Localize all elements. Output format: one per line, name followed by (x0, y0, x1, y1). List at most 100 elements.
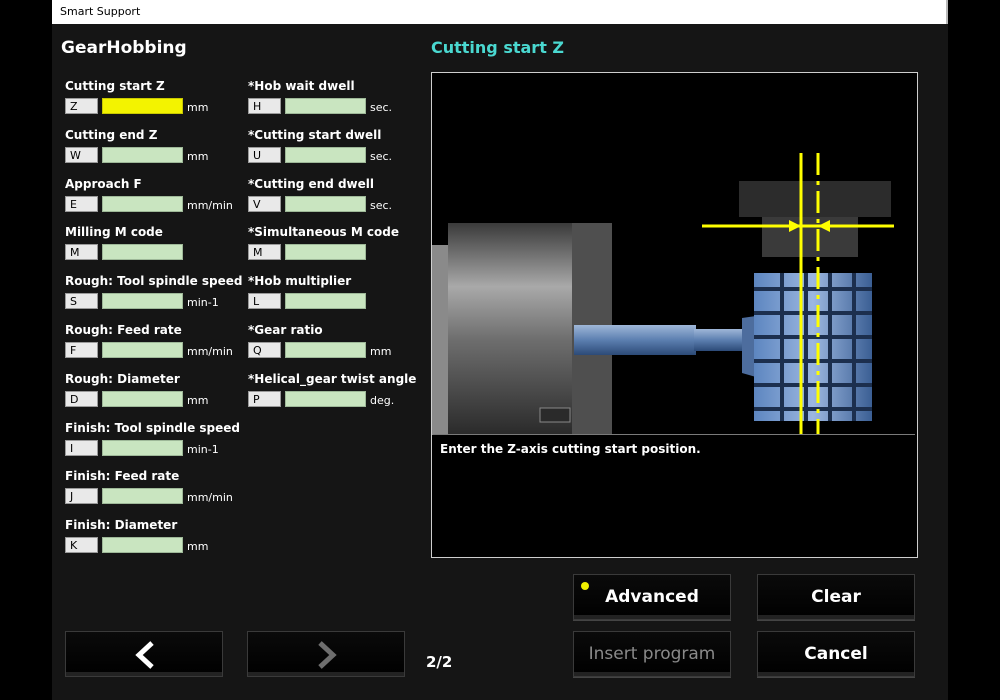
page-indicator: 2/2 (426, 653, 453, 671)
field-label: *Helical_gear twist angle (248, 371, 417, 386)
field-input[interactable] (285, 390, 366, 407)
address-code: V (248, 195, 281, 212)
unit-label: mm (370, 345, 392, 358)
field-p-right: *Helical_gear twist angle Pdeg. (248, 372, 428, 416)
field-input[interactable] (102, 98, 183, 114)
address-code: U (248, 146, 281, 163)
smart-support-window: Smart Support GearHobbing Cutting start … (52, 0, 948, 700)
field-label: Rough: Feed rate (65, 323, 182, 337)
chuck-body (448, 223, 588, 435)
field-label: *Cutting start dwell (248, 127, 382, 142)
prev-page-button[interactable] (65, 631, 223, 677)
address-code: H (248, 98, 281, 114)
field-input[interactable] (102, 537, 183, 554)
field-z-left: Cutting start Z Zmm (65, 79, 245, 123)
field-label: Rough: Diameter (65, 371, 180, 386)
field-input[interactable] (285, 342, 366, 358)
field-input[interactable] (102, 342, 183, 358)
chevron-left-icon (135, 641, 154, 669)
field-k-left: Finish: Diameter Kmm (65, 518, 245, 562)
address-code: I (65, 439, 98, 456)
field-label: *Gear ratio (248, 323, 323, 337)
app-name: GearHobbing (61, 38, 187, 58)
unit-label: mm/min (187, 345, 233, 358)
field-input[interactable] (102, 488, 183, 505)
yellow-dot-icon (581, 582, 589, 590)
field-label: Approach F (65, 176, 142, 191)
field-input[interactable] (285, 195, 366, 212)
chevron-right-icon (318, 641, 337, 669)
unit-label: sec. (370, 198, 393, 212)
field-m-right: *Simultaneous M code M (248, 225, 428, 269)
address-code: E (65, 195, 98, 212)
field-v-right: *Cutting end dwell Vsec. (248, 177, 428, 221)
field-l-right: *Hob multiplier L (248, 274, 428, 318)
field-s-left: Rough: Tool spindle speed Smin-1 (65, 274, 245, 318)
field-input[interactable] (102, 244, 183, 261)
field-input[interactable] (285, 98, 366, 114)
address-code: Q (248, 342, 281, 358)
address-code: P (248, 390, 281, 407)
address-code: Z (65, 98, 98, 114)
insert-program-button[interactable]: Insert program (573, 631, 731, 677)
field-input[interactable] (102, 390, 183, 407)
description-panel: Enter the Z-axis cutting start position. (433, 434, 915, 555)
description-text: Enter the Z-axis cutting start position. (440, 442, 701, 456)
field-label: *Simultaneous M code (248, 225, 400, 240)
field-label: Rough: Tool spindle speed (65, 274, 243, 289)
address-code: D (65, 390, 98, 407)
address-code: K (65, 537, 98, 554)
field-label: Cutting end Z (65, 127, 158, 142)
address-code: S (65, 293, 98, 310)
field-e-left: Approach F Emm/min (65, 177, 245, 221)
field-label: Finish: Feed rate (65, 469, 180, 484)
field-label: Milling M code (65, 225, 163, 240)
field-input[interactable] (102, 146, 183, 163)
unit-label: mm (187, 101, 209, 114)
section-title: Cutting start Z (431, 38, 565, 57)
cancel-button[interactable]: Cancel (757, 631, 915, 677)
field-label: Finish: Diameter (65, 518, 178, 533)
field-j-left: Finish: Feed rate Jmm/min (65, 469, 245, 513)
field-input[interactable] (102, 439, 183, 456)
clear-button-label: Clear (811, 587, 861, 607)
unit-label: mm (187, 540, 209, 554)
address-code: F (65, 342, 98, 358)
unit-label: sec. (370, 101, 393, 114)
field-input[interactable] (285, 293, 366, 310)
field-d-left: Rough: Diameter Dmm (65, 372, 245, 416)
hob-head (739, 181, 891, 217)
unit-label: mm (187, 149, 209, 163)
address-code: M (248, 244, 281, 261)
field-i-left: Finish: Tool spindle speed Imin-1 (65, 421, 245, 465)
address-code: J (65, 488, 98, 505)
field-input[interactable] (102, 293, 183, 310)
address-code: M (65, 244, 98, 261)
window-titlebar: Smart Support (52, 0, 948, 24)
unit-label: min-1 (187, 442, 219, 456)
field-q-right: *Gear ratio Qmm (248, 323, 428, 367)
chuck-flange (432, 245, 448, 435)
next-page-button[interactable] (247, 631, 405, 677)
field-w-left: Cutting end Z Wmm (65, 128, 245, 172)
insert-program-button-label: Insert program (588, 644, 716, 664)
field-input[interactable] (285, 146, 366, 163)
field-label: *Hob multiplier (248, 274, 352, 289)
unit-label: mm/min (187, 491, 233, 505)
clear-button[interactable]: Clear (757, 574, 915, 620)
field-h-right: *Hob wait dwell Hsec. (248, 79, 428, 123)
chuck-jaw (539, 407, 571, 423)
unit-label: sec. (370, 149, 393, 163)
advanced-button[interactable]: Advanced (573, 574, 731, 620)
advanced-button-label: Advanced (605, 587, 699, 607)
field-label: *Hob wait dwell (248, 79, 355, 93)
unit-label: deg. (370, 393, 395, 407)
unit-label: mm (187, 393, 209, 407)
field-f-left: Rough: Feed rate Fmm/min (65, 323, 245, 367)
titlebar-edge (946, 0, 948, 24)
workpiece-neck (694, 329, 744, 351)
cancel-button-label: Cancel (804, 644, 868, 664)
field-label: Cutting start Z (65, 79, 165, 93)
field-input[interactable] (285, 244, 366, 261)
field-input[interactable] (102, 195, 183, 212)
